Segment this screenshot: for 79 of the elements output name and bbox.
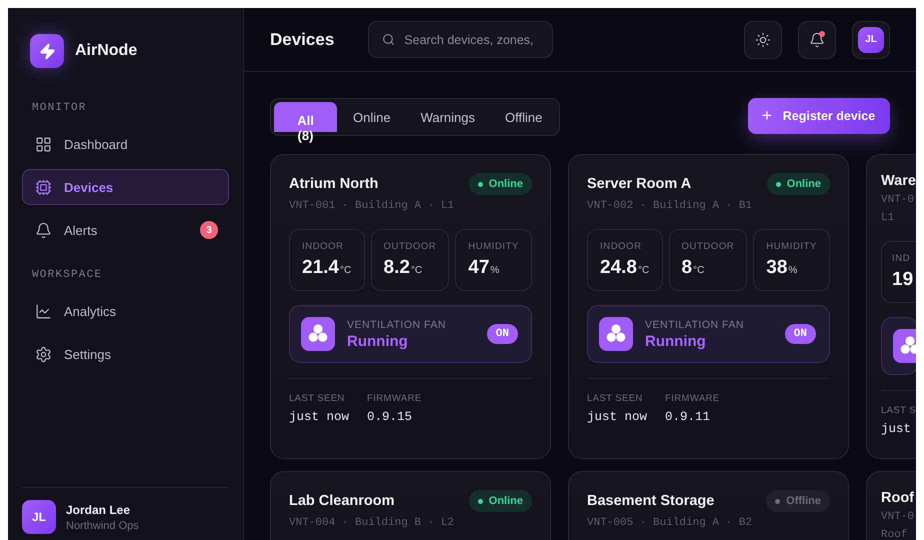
metric-label: INDOOR (600, 241, 643, 252)
theme-button[interactable] (744, 20, 782, 58)
metric-label: IND (892, 253, 912, 264)
user-avatar: JL (22, 500, 56, 534)
chart-icon (35, 302, 52, 320)
section-title: MONITOR (31, 102, 88, 114)
sun-icon (755, 32, 771, 48)
device-name: Lab Cleanroom (289, 493, 395, 509)
footer-label: LAST S (881, 405, 916, 416)
page-title: Devices (270, 30, 334, 50)
metric-label: INDOOR (302, 241, 345, 252)
grid-icon (35, 136, 52, 152)
metric-label: HUMIDITY (468, 241, 519, 252)
device-meta: Roof (881, 528, 908, 540)
metric-value: 8.2°C (384, 257, 424, 279)
device-name: Roof (881, 490, 914, 506)
status-pill: Online (766, 173, 830, 195)
user-name: Jordan Lee (66, 502, 132, 516)
avatar-button[interactable]: JL (852, 20, 890, 58)
search-icon (382, 33, 396, 46)
count-badge: 3 (200, 221, 218, 239)
device-name: Atrium North (289, 176, 378, 192)
filter-tab[interactable]: All (8) (274, 102, 337, 146)
device-meta: VNT-004 · Building B · L2 (289, 516, 456, 530)
fan-label: VENTILATION FAN (347, 318, 447, 330)
footer-label: FIRMWARE (665, 393, 720, 404)
filter-tab[interactable]: Offline (491, 102, 556, 132)
metric-value: 8°C (682, 257, 706, 279)
footer-label: LAST SEEN (289, 393, 346, 404)
metric-value: 24.8°C (600, 257, 650, 279)
fan-state: Running (645, 332, 707, 350)
status-pill: Online (468, 490, 532, 512)
chip-icon (35, 178, 52, 196)
device-meta: VNT-0 (881, 510, 916, 524)
bolt-icon (30, 34, 64, 68)
section-title: WORKSPACE (31, 269, 104, 281)
notifications-button[interactable] (798, 20, 836, 58)
nav-item[interactable]: Dashboard (22, 126, 229, 162)
footer-value: just (881, 422, 912, 436)
fan-toggle[interactable]: ON (784, 324, 816, 344)
metric-value: 19 (892, 269, 914, 291)
nav-item[interactable]: Settings (22, 336, 229, 372)
settings-icon (35, 346, 52, 362)
device-meta: VNT-002 · Building A · B1 (587, 199, 754, 213)
status-pill: Offline (766, 490, 830, 512)
footer-value: 0.9.11 (665, 410, 712, 424)
filter-tab[interactable]: Warnings (406, 102, 490, 132)
metric-label: HUMIDITY (766, 241, 817, 252)
footer-value: just now (289, 410, 350, 424)
user-org: Northwind Ops (66, 520, 139, 532)
footer-label: LAST SEEN (587, 393, 644, 404)
metric-value: 38% (766, 257, 798, 279)
footer-value: 0.9.15 (367, 410, 414, 424)
nav-item[interactable]: Analytics (22, 293, 229, 329)
filter-tab[interactable]: Online (339, 102, 405, 132)
device-name: Ware (881, 173, 916, 189)
footer-label: FIRMWARE (367, 393, 422, 404)
bell-icon (35, 222, 52, 238)
fan-toggle[interactable]: ON (486, 324, 518, 344)
device-meta: L1 (881, 211, 896, 225)
metric-label: OUTDOOR (682, 241, 734, 252)
metric-value: 47% (468, 257, 500, 279)
register-button[interactable]: + Register device (748, 98, 890, 134)
fan-label: VENTILATION FAN (645, 318, 745, 330)
metric-value: 21.4°C (302, 257, 352, 279)
footer-value: just now (587, 410, 648, 424)
nav-item[interactable]: Devices (22, 169, 229, 205)
brand-name: AirNode (75, 42, 138, 60)
bell-icon (809, 32, 825, 48)
device-name: Basement Storage (587, 493, 714, 509)
status-pill: Online (468, 173, 532, 195)
device-meta: VNT-0 (881, 193, 916, 207)
device-name: Server Room A (587, 176, 692, 192)
fan-state: Running (347, 332, 409, 350)
device-meta: VNT-005 · Building A · B2 (587, 516, 754, 530)
search-field[interactable]: Search devices, zones, (368, 21, 554, 58)
device-meta: VNT-001 · Building A · L1 (289, 199, 456, 213)
metric-label: OUTDOOR (384, 241, 436, 252)
nav-item[interactable]: Alerts 3 (22, 212, 229, 248)
